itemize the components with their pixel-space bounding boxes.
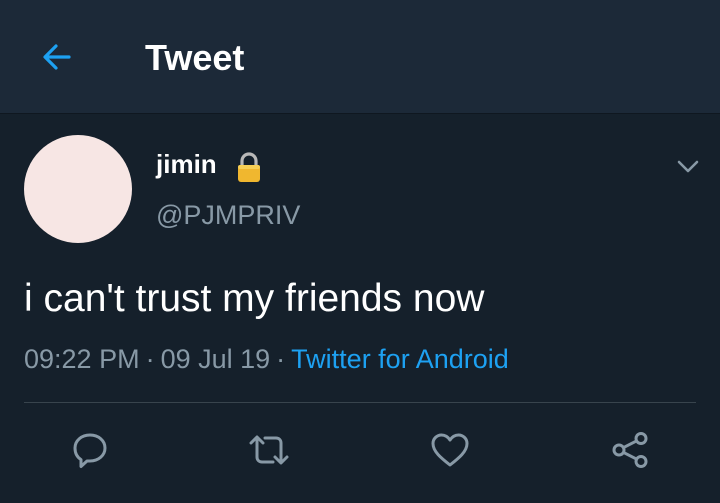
tweet-date: 09 Jul 19 bbox=[160, 344, 271, 374]
tweet-metadata: 09:22 PM · 09 Jul 19 · Twitter for Android bbox=[24, 342, 509, 376]
heart-icon bbox=[431, 433, 469, 467]
back-button[interactable] bbox=[30, 30, 84, 84]
lock-icon bbox=[238, 152, 260, 182]
tweet-menu-button[interactable] bbox=[668, 146, 708, 186]
chevron-down-icon bbox=[677, 160, 699, 173]
separator: · bbox=[276, 344, 286, 374]
share-button[interactable] bbox=[608, 428, 652, 472]
tweet-text: i can't trust my friends now bbox=[24, 277, 485, 320]
reply-icon bbox=[73, 433, 107, 468]
like-button[interactable] bbox=[428, 428, 472, 472]
arrow-left-icon bbox=[43, 44, 71, 70]
tweet-source-link[interactable]: Twitter for Android bbox=[291, 344, 509, 374]
retweet-icon bbox=[249, 435, 289, 465]
separator: · bbox=[145, 344, 155, 374]
reply-button[interactable] bbox=[68, 428, 112, 472]
app-bar: Tweet bbox=[0, 0, 720, 114]
tweet-time: 09:22 PM bbox=[24, 344, 140, 374]
share-icon bbox=[612, 432, 648, 468]
author-handle[interactable]: @PJMPRIV bbox=[156, 198, 300, 232]
divider bbox=[24, 402, 696, 403]
page-title: Tweet bbox=[145, 37, 245, 78]
retweet-button[interactable] bbox=[247, 428, 291, 472]
author-display-name[interactable]: jimin bbox=[156, 148, 217, 180]
avatar[interactable] bbox=[24, 135, 132, 243]
